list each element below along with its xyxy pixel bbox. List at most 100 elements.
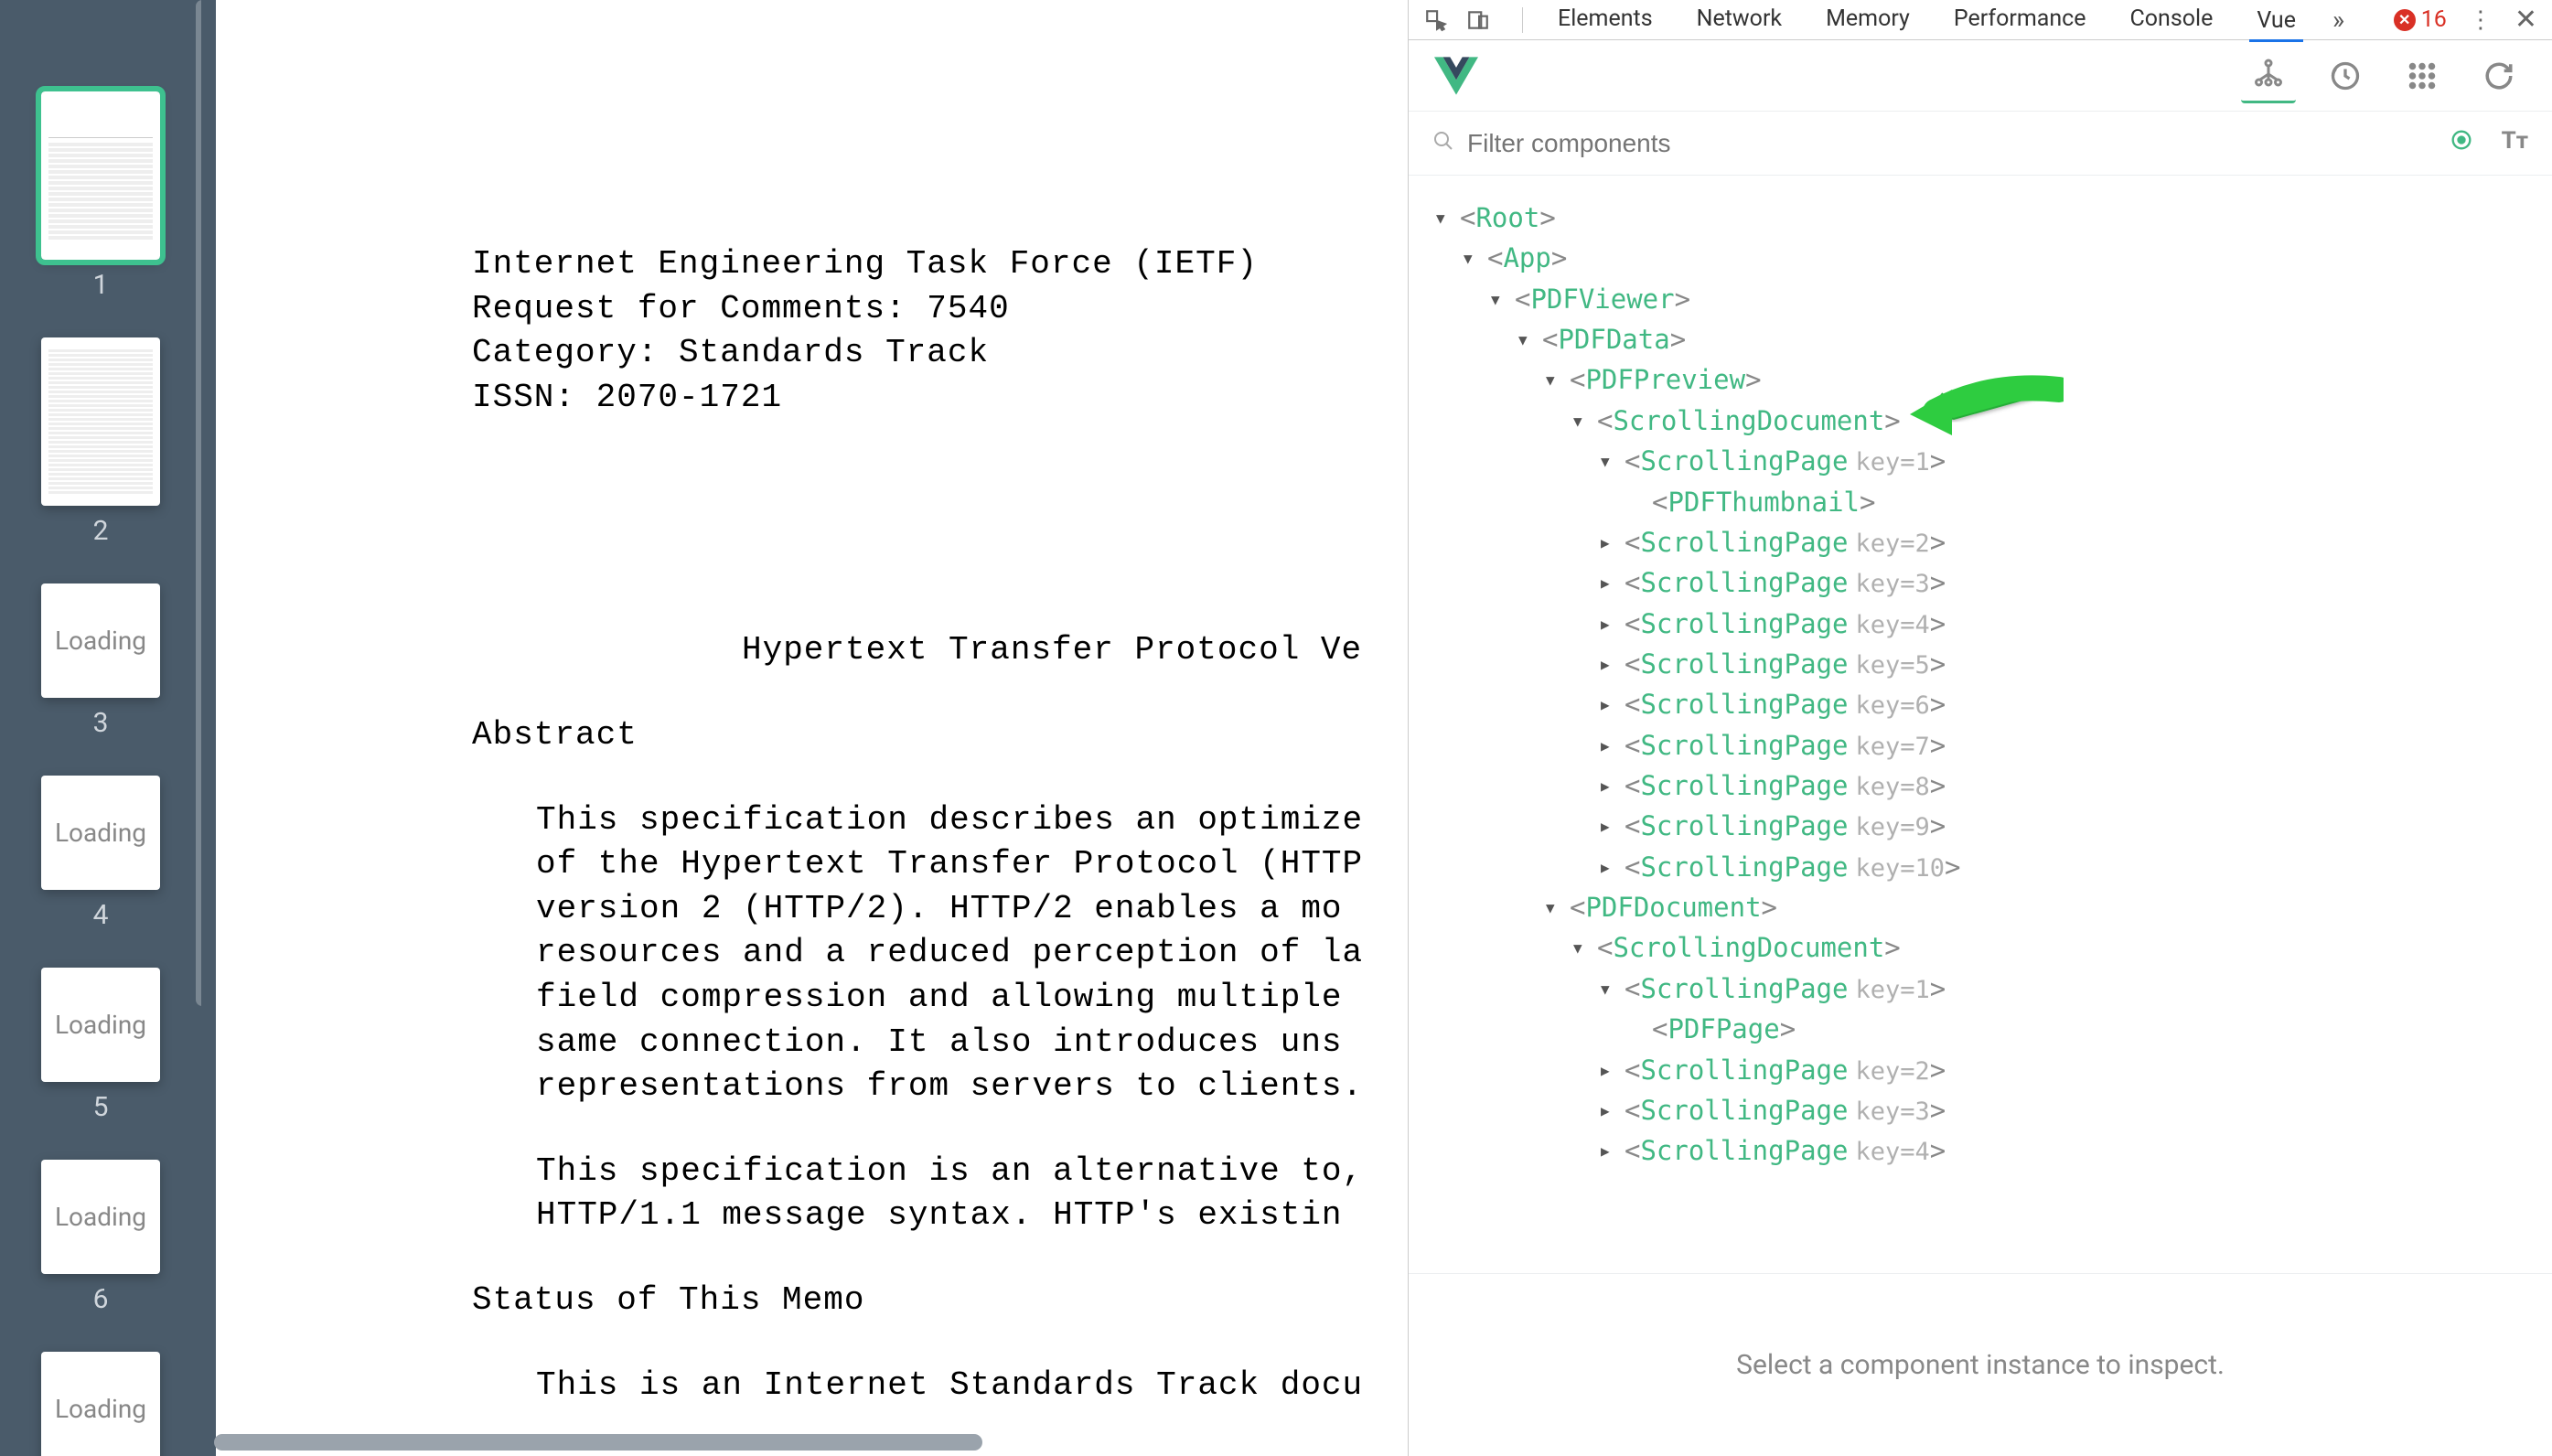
expand-icon[interactable] [1601,765,1617,806]
collapse-icon[interactable] [1436,198,1453,238]
component-name: ScrollingPage [1640,810,1848,841]
expand-icon[interactable] [1601,1050,1617,1090]
tree-node-scrollingpage[interactable]: <ScrollingPagekey=9> [1436,806,2552,846]
pdf-viewer-pane: 12Loading3Loading4Loading5Loading6Loadin… [0,0,1408,1456]
expand-icon[interactable] [1601,1130,1617,1171]
tree-node-scrollingpage[interactable]: <ScrollingPagekey=4> [1436,604,2552,644]
tree-node-scrollingpage[interactable]: <ScrollingPagekey=2> [1436,522,2552,562]
thumbnail-item[interactable]: 2 [41,337,160,547]
expand-icon[interactable] [1601,562,1617,603]
collapse-icon[interactable] [1518,319,1535,359]
component-name: ScrollingPage [1640,527,1848,558]
expand-icon[interactable] [1601,604,1617,644]
collapse-icon[interactable] [1464,238,1480,278]
tree-node-scrollingpage[interactable]: <ScrollingPagekey=3> [1436,562,2552,603]
format-icon[interactable]: Tт [2502,127,2528,159]
thumbnail-page[interactable] [41,337,160,506]
component-key: key=2 [1855,1057,1929,1086]
thumbnail-page[interactable]: Loading [41,776,160,890]
devtools-pane: ElementsNetworkMemoryPerformanceConsoleV… [1408,0,2552,1456]
collapse-icon[interactable] [1573,401,1590,441]
devtools-tab-console[interactable]: Console [2108,0,2236,41]
devtools-tab-network[interactable]: Network [1675,0,1804,41]
collapse-icon[interactable] [1601,441,1617,481]
collapse-icon[interactable] [1491,279,1507,319]
expand-icon[interactable] [1601,684,1617,724]
tree-node-scrollingpage[interactable]: <ScrollingPagekey=5> [1436,644,2552,684]
tree-node-scrollingpage[interactable]: <ScrollingPagekey=6> [1436,684,2552,724]
tree-node-pdfthumbnail[interactable]: <PDFThumbnail> [1436,482,2552,522]
target-icon[interactable] [2449,127,2474,159]
component-name: ScrollingPage [1640,648,1848,680]
doc-para-line: This specification is an alternative to, [472,1150,1408,1194]
tree-node-app[interactable]: <App> [1436,238,2552,278]
component-name: ScrollingPage [1640,770,1848,801]
tree-node-scrollingpage[interactable]: <ScrollingPagekey=8> [1436,765,2552,806]
component-name: ScrollingPage [1640,567,1848,598]
tree-node-scrollingpage[interactable]: <ScrollingPagekey=10> [1436,847,2552,887]
expand-icon[interactable] [1601,522,1617,562]
component-name: ScrollingDocument [1613,932,1884,963]
component-name: Root [1475,202,1539,233]
doc-para-line: of the Hypertext Transfer Protocol (HTTP [472,842,1408,887]
tree-node-pdfdocument[interactable]: <PDFDocument> [1436,887,2552,927]
thumbnail-item[interactable]: Loading [41,1352,160,1456]
tree-node-scrollingpage[interactable]: <ScrollingPagekey=1> [1436,969,2552,1009]
tree-node-scrollingpage[interactable]: <ScrollingPagekey=4> [1436,1130,2552,1171]
tree-node-scrollingpage[interactable]: <ScrollingPagekey=3> [1436,1090,2552,1130]
tree-node-pdfdata[interactable]: <PDFData> [1436,319,2552,359]
thumbnail-page[interactable] [41,91,160,260]
error-count: 16 [2421,6,2447,33]
document-area[interactable]: Internet Engineering Task Force (IETF) R… [201,0,1408,1456]
component-tree[interactable]: <Root><App><PDFViewer><PDFData><PDFPrevi… [1409,176,2552,1273]
thumbnail-page[interactable]: Loading [41,1352,160,1456]
devtools-tab-vue[interactable]: Vue [2235,0,2318,41]
filter-bar: Tт [1409,112,2552,176]
timeline-tab-icon[interactable] [2318,48,2373,103]
expand-icon[interactable] [1601,725,1617,765]
thumbnail-item[interactable]: 1 [41,91,160,301]
thumbnail-page[interactable]: Loading [41,968,160,1082]
components-tab-icon[interactable] [2241,48,2296,103]
expand-icon[interactable] [1601,644,1617,684]
device-toggle-icon[interactable] [1465,7,1491,33]
inspector-placeholder: Select a component instance to inspect. [1409,1273,2552,1456]
tree-node-root[interactable]: <Root> [1436,198,2552,238]
thumbnail-item[interactable]: Loading6 [41,1160,160,1315]
tree-node-scrollingpage[interactable]: <ScrollingPagekey=2> [1436,1050,2552,1090]
devtools-tab-elements[interactable]: Elements [1536,0,1675,41]
tree-node-pdfpage[interactable]: <PDFPage> [1436,1009,2552,1049]
document-hscrollbar[interactable] [214,1434,982,1451]
tree-node-scrollingpage[interactable]: <ScrollingPagekey=7> [1436,725,2552,765]
thumbnail-page[interactable]: Loading [41,1160,160,1274]
error-badge[interactable]: ✕ 16 [2394,6,2447,33]
component-name: PDFPreview [1585,364,1745,395]
vuex-tab-icon[interactable] [2395,48,2450,103]
collapse-icon[interactable] [1573,927,1590,968]
tabs-overflow-icon[interactable]: » [2318,5,2359,35]
thumbnail-item[interactable]: Loading5 [41,968,160,1123]
collapse-icon[interactable] [1601,969,1617,1009]
collapse-icon[interactable] [1546,887,1562,927]
thumbnail-rail[interactable]: 12Loading3Loading4Loading5Loading6Loadin… [0,0,201,1456]
devtools-tab-memory[interactable]: Memory [1804,0,1932,41]
thumbnail-page[interactable]: Loading [41,583,160,698]
tree-node-scrollingdocument[interactable]: <ScrollingDocument> [1436,927,2552,968]
component-key: key=1 [1855,976,1929,1004]
tree-node-pdfviewer[interactable]: <PDFViewer> [1436,279,2552,319]
doc-line: Internet Engineering Task Force (IETF) [472,242,1408,287]
expand-icon[interactable] [1601,806,1617,846]
component-key: key=10 [1855,854,1945,883]
filter-input[interactable] [1467,129,2436,158]
collapse-icon[interactable] [1546,359,1562,400]
thumbnail-item[interactable]: Loading3 [41,583,160,739]
devtools-menu-icon[interactable]: ⋮ [2469,6,2493,34]
expand-icon[interactable] [1601,1090,1617,1130]
devtools-close-icon[interactable]: ✕ [2514,4,2537,36]
thumbnail-item[interactable]: Loading4 [41,776,160,931]
refresh-icon[interactable] [2472,48,2526,103]
component-name: App [1503,242,1550,273]
expand-icon[interactable] [1601,847,1617,887]
devtools-tab-performance[interactable]: Performance [1932,0,2108,41]
inspect-element-icon[interactable] [1423,7,1449,33]
